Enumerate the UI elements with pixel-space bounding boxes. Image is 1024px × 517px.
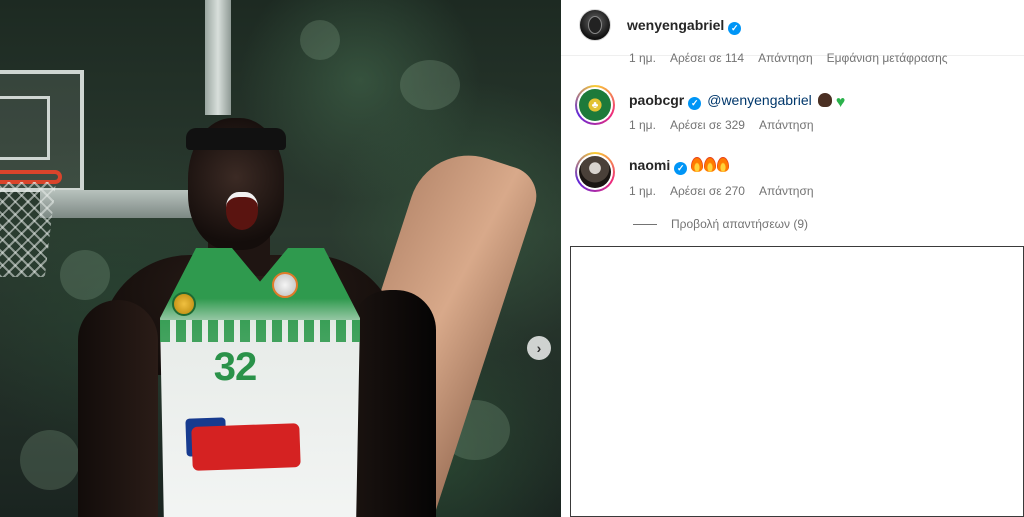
hoop-support [40, 190, 210, 218]
euroleague-logo-icon [272, 272, 298, 298]
verified-badge-icon: ✓ [728, 22, 742, 35]
backboard-square [0, 96, 50, 160]
comment-body: paobcgr ✓ @wenyengabriel ♥ [629, 92, 845, 111]
crowd-blur [300, 20, 340, 60]
replies-line-divider [633, 223, 657, 225]
fire-icon [717, 157, 730, 172]
post-photo[interactable]: 32 › [0, 0, 561, 517]
author-name-row: wenyengabriel ✓ [627, 17, 742, 35]
story-ring[interactable]: ♣ [575, 85, 615, 125]
comment-meta: 1 ημ. Αρέσει σε 270 Απάντηση [629, 184, 814, 198]
author-username[interactable]: wenyengabriel [627, 17, 724, 33]
story-ring[interactable] [575, 152, 615, 192]
comment-username[interactable]: paobcgr [629, 92, 684, 108]
player-mouth [226, 192, 258, 230]
reply-button[interactable]: Απάντηση [759, 184, 814, 198]
fire-icon [704, 157, 717, 172]
mention-link[interactable]: @wenyengabriel [707, 92, 812, 108]
crowd-blur [400, 60, 460, 110]
player-left-arm [78, 300, 158, 517]
post-header: wenyengabriel ✓ [561, 0, 1024, 56]
fire-icon [691, 157, 704, 172]
player-headband [186, 128, 286, 150]
carousel-next-button[interactable]: › [527, 336, 551, 360]
basketball-net [0, 182, 56, 277]
author-avatar[interactable] [579, 9, 611, 41]
clover-icon: ♣ [591, 99, 599, 111]
jersey-number: 32 [213, 345, 258, 389]
comment-body: naomi ✓ [629, 157, 730, 175]
basketball-rim [0, 170, 62, 184]
crowd-blur [60, 250, 110, 300]
view-replies-label: Προβολή απαντήσεων (9) [671, 217, 809, 231]
avatar-face-icon [588, 16, 602, 34]
comment-meta-top: 1 ημ. Αρέσει σε 114 Απάντηση Εμφάνιση μετάφ… [629, 51, 948, 65]
comment-time: 1 ημ. [629, 118, 656, 132]
naomi-avatar [579, 156, 611, 188]
blank-content-area [570, 246, 1024, 517]
comment-likes[interactable]: Αρέσει σε 270 [670, 184, 745, 198]
view-replies-button[interactable]: Προβολή απαντήσεων (9) [633, 217, 808, 231]
comment-username[interactable]: naomi [629, 157, 670, 173]
comment-meta: 1 ημ. Αρέσει σε 329 Απάντηση [629, 118, 814, 132]
flexed-biceps-icon [817, 93, 832, 107]
jersey-stripe [160, 320, 360, 342]
chevron-right-icon: › [536, 340, 542, 356]
see-translation-button[interactable]: Εμφάνιση μετάφρασης [827, 51, 948, 65]
reply-button[interactable]: Απάντηση [759, 118, 814, 132]
sponsor-logo [191, 423, 301, 471]
comments-panel: wenyengabriel ✓ 1 ημ. Αρέσει σε 114 Απάντησ… [561, 0, 1024, 517]
club-crest-icon [172, 292, 196, 316]
verified-badge-icon: ✓ [688, 97, 702, 110]
paobcgr-avatar: ♣ [579, 89, 611, 121]
fire-emojis [691, 157, 730, 172]
comment-time: 1 ημ. [629, 51, 656, 65]
reply-button[interactable]: Απάντηση [758, 51, 813, 65]
comment-likes[interactable]: Αρέσει σε 329 [670, 118, 745, 132]
crowd-blur [20, 430, 80, 490]
green-heart-icon: ♥ [835, 94, 846, 111]
comment-time: 1 ημ. [629, 184, 656, 198]
hoop-pole [205, 0, 231, 115]
comment-likes[interactable]: Αρέσει σε 114 [670, 51, 744, 65]
player-arm-sleeve [350, 290, 436, 517]
verified-badge-icon: ✓ [674, 162, 688, 175]
